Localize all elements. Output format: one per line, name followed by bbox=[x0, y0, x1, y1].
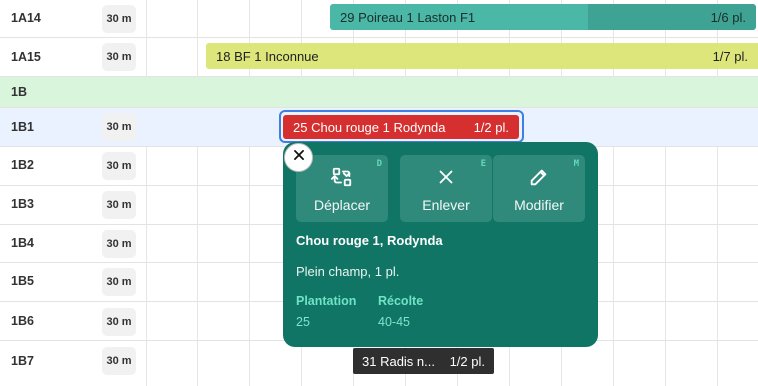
planting-popup: D Déplacer E Enlever M Modifier Chou rou… bbox=[283, 142, 598, 347]
bed-label: 1B7 bbox=[11, 354, 34, 368]
edit-label: Modifier bbox=[514, 197, 564, 213]
planting-bar-bf[interactable]: 18 BF 1 Inconnue 1/7 pl. bbox=[206, 43, 758, 69]
duration-badge: 30 m bbox=[102, 347, 136, 375]
bed-label: 1B4 bbox=[11, 236, 34, 250]
duration-badge: 30 m bbox=[102, 152, 136, 180]
plantation-heading: Plantation bbox=[296, 294, 357, 308]
bed-label: 1B5 bbox=[11, 274, 34, 288]
planting-count: 1/7 pl. bbox=[712, 48, 748, 64]
duration-badge: 30 m bbox=[102, 230, 136, 258]
duration-badge: 30 m bbox=[102, 268, 136, 296]
planting-name: 31 Radis n... bbox=[362, 353, 435, 369]
shortcut-key: E bbox=[480, 159, 486, 169]
plantation-value: 25 bbox=[296, 315, 310, 329]
edit-button[interactable]: M Modifier bbox=[493, 155, 585, 222]
planting-bar-chou-rouge[interactable]: 25 Chou rouge 1 Rodynda 1/2 pl. bbox=[283, 115, 519, 139]
x-icon bbox=[435, 166, 457, 193]
recolte-heading: Récolte bbox=[378, 294, 424, 308]
planting-count: 1/2 pl. bbox=[449, 353, 485, 369]
recolte-value: 40-45 bbox=[378, 315, 410, 329]
planting-name: 18 BF 1 Inconnue bbox=[216, 48, 319, 64]
close-icon bbox=[292, 148, 306, 167]
duration-badge: 30 m bbox=[102, 191, 136, 219]
duration-badge: 30 m bbox=[102, 113, 136, 141]
remove-button[interactable]: E Enlever bbox=[400, 155, 492, 222]
bed-label: 1B1 bbox=[11, 120, 34, 134]
planting-bar-poireau[interactable]: 29 Poireau 1 Laston F1 1/6 pl. bbox=[330, 4, 756, 30]
planting-bar-radis[interactable]: 31 Radis n... 1/2 pl. bbox=[353, 348, 494, 374]
remove-label: Enlever bbox=[422, 197, 470, 213]
planting-count: 1/6 pl. bbox=[710, 9, 746, 25]
shortcut-key: M bbox=[573, 159, 579, 169]
swap-icon bbox=[331, 166, 353, 193]
popup-title: Chou rouge 1, Rodynda bbox=[296, 233, 443, 248]
shortcut-key: D bbox=[376, 159, 382, 169]
duration-badge: 30 m bbox=[102, 5, 136, 33]
close-button[interactable] bbox=[284, 143, 313, 172]
planting-name: 29 Poireau 1 Laston F1 bbox=[340, 9, 476, 25]
planting-name: 25 Chou rouge 1 Rodynda bbox=[293, 119, 446, 135]
move-label: Déplacer bbox=[313, 197, 371, 213]
pencil-icon bbox=[528, 166, 550, 193]
duration-badge: 30 m bbox=[102, 308, 136, 336]
bed-label: 1B6 bbox=[11, 314, 34, 328]
bed-group-row[interactable]: 1B bbox=[0, 77, 758, 108]
bed-label: 1A14 bbox=[11, 11, 41, 25]
duration-badge: 30 m bbox=[102, 43, 136, 71]
planting-count: 1/2 pl. bbox=[473, 119, 509, 135]
bed-label: 1A15 bbox=[11, 50, 41, 64]
bed-group-label: 1B bbox=[11, 85, 27, 99]
bed-label: 1B3 bbox=[11, 197, 34, 211]
popup-subtitle: Plein champ, 1 pl. bbox=[296, 264, 400, 279]
bed-label: 1B2 bbox=[11, 158, 34, 172]
